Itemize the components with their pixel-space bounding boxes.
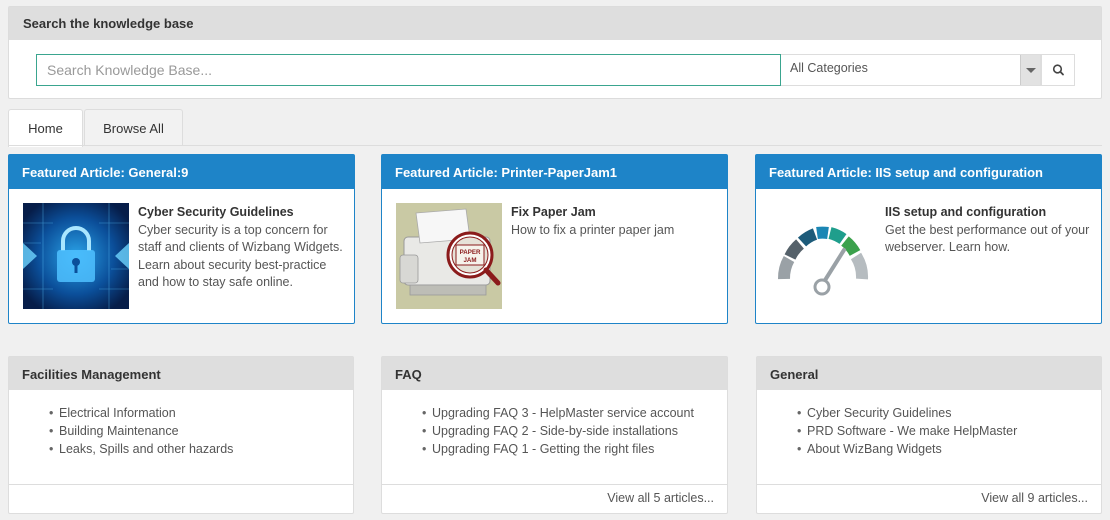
view-all-footer bbox=[9, 484, 353, 513]
article-link[interactable]: Building Maintenance bbox=[49, 422, 233, 440]
article-link[interactable]: Leaks, Spills and other hazards bbox=[49, 440, 233, 458]
article-list: Cyber Security Guidelines PRD Software -… bbox=[797, 404, 1017, 458]
search-input[interactable] bbox=[36, 54, 781, 86]
article-link[interactable]: PRD Software - We make HelpMaster bbox=[797, 422, 1017, 440]
featured-article-title[interactable]: Cyber Security Guidelines bbox=[138, 204, 343, 222]
tab-browse-all[interactable]: Browse All bbox=[84, 109, 183, 146]
category-select-value: All Categories bbox=[790, 61, 868, 75]
category-select[interactable]: All Categories bbox=[781, 54, 1041, 86]
tab-home[interactable]: Home bbox=[8, 109, 83, 147]
featured-card-text: IIS setup and configuration Get the best… bbox=[885, 204, 1090, 257]
category-panel-title[interactable]: Facilities Management bbox=[9, 357, 353, 390]
article-link[interactable]: Cyber Security Guidelines bbox=[797, 404, 1017, 422]
article-list: Upgrading FAQ 3 - HelpMaster service acc… bbox=[422, 404, 694, 458]
featured-card[interactable]: Featured Article: General:9 Cyber Securi… bbox=[8, 154, 355, 324]
view-all-link[interactable]: View all 9 articles... bbox=[981, 491, 1088, 505]
chevron-down-icon[interactable] bbox=[1020, 55, 1040, 85]
featured-card-text: Cyber Security Guidelines Cyber security… bbox=[138, 204, 343, 292]
featured-article-title[interactable]: IIS setup and configuration bbox=[885, 204, 1090, 222]
search-panel: Search the knowledge base All Categories bbox=[8, 6, 1102, 99]
category-panel: FAQ Upgrading FAQ 3 - HelpMaster service… bbox=[381, 356, 728, 514]
category-panel: General Cyber Security Guidelines PRD So… bbox=[756, 356, 1102, 514]
view-all-footer: View all 5 articles... bbox=[382, 484, 727, 513]
view-all-footer: View all 9 articles... bbox=[757, 484, 1101, 513]
featured-card-header: Featured Article: Printer-PaperJam1 bbox=[382, 155, 727, 189]
article-link[interactable]: Electrical Information bbox=[49, 404, 233, 422]
featured-article-description: Cyber security is a top concern for staf… bbox=[138, 222, 343, 290]
search-button[interactable] bbox=[1041, 54, 1075, 86]
featured-article-description: How to fix a printer paper jam bbox=[511, 222, 675, 237]
featured-article-description: Get the best performance out of your web… bbox=[885, 222, 1090, 255]
featured-article-title[interactable]: Fix Paper Jam bbox=[511, 204, 716, 222]
search-icon bbox=[1052, 64, 1064, 76]
article-link[interactable]: Upgrading FAQ 2 - Side-by-side installat… bbox=[422, 422, 694, 440]
padlock-circuit-image bbox=[23, 203, 129, 309]
category-panel: Facilities Management Electrical Informa… bbox=[8, 356, 354, 514]
article-link[interactable]: Upgrading FAQ 1 - Getting the right file… bbox=[422, 440, 694, 458]
printer-paper-jam-image: PAPER JAM bbox=[396, 203, 502, 309]
article-link[interactable]: About WizBang Widgets bbox=[797, 440, 1017, 458]
article-list: Electrical Information Building Maintena… bbox=[49, 404, 233, 458]
view-all-link[interactable]: View all 5 articles... bbox=[607, 491, 714, 505]
category-panel-title[interactable]: General bbox=[757, 357, 1101, 390]
speedometer-gauge-image bbox=[770, 203, 876, 309]
article-link[interactable]: Upgrading FAQ 3 - HelpMaster service acc… bbox=[422, 404, 694, 422]
tab-divider bbox=[8, 145, 1102, 146]
featured-card[interactable]: Featured Article: IIS setup and configur… bbox=[755, 154, 1102, 324]
featured-card[interactable]: Featured Article: Printer-PaperJam1 PAPE… bbox=[381, 154, 728, 324]
search-panel-title: Search the knowledge base bbox=[9, 7, 1101, 40]
category-panel-title[interactable]: FAQ bbox=[382, 357, 727, 390]
featured-card-text: Fix Paper Jam How to fix a printer paper… bbox=[511, 204, 716, 239]
featured-card-header: Featured Article: General:9 bbox=[9, 155, 354, 189]
featured-card-header: Featured Article: IIS setup and configur… bbox=[756, 155, 1101, 189]
